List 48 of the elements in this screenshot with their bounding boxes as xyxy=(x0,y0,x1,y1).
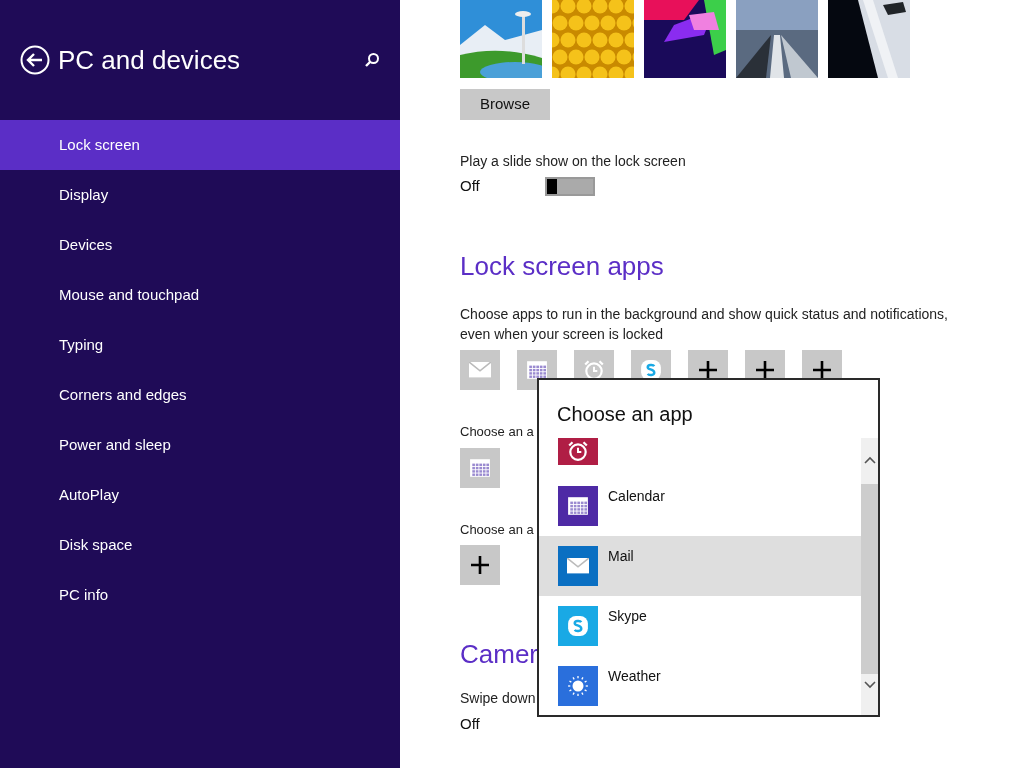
calendar-icon xyxy=(567,495,589,517)
toggle-state: Off xyxy=(460,175,481,196)
app-name: Mail xyxy=(608,547,634,566)
plus-icon xyxy=(755,360,775,380)
browse-button[interactable]: Browse xyxy=(460,89,550,120)
popup-title: Choose an app xyxy=(557,402,694,427)
setting-label: Choose an a xyxy=(460,520,534,539)
app-name: Weather xyxy=(608,667,661,686)
envelope-icon xyxy=(567,558,589,574)
sidebar-item[interactable]: PC info xyxy=(0,570,400,620)
toggle-switch[interactable] xyxy=(545,176,595,196)
setting-label: Play a slide show on the lock screen xyxy=(460,152,686,171)
sidebar-item[interactable]: Typing xyxy=(0,320,400,370)
sidebar-item[interactable]: Display xyxy=(0,170,400,220)
scrollbar[interactable] xyxy=(861,438,878,715)
setting-label: Swipe down xyxy=(460,689,536,708)
app-list-item[interactable]: Skype xyxy=(539,596,861,656)
add-app-button[interactable] xyxy=(460,545,500,585)
setting-label: Choose an a xyxy=(460,423,534,441)
sidebar-item[interactable]: Lock screen xyxy=(0,120,400,170)
chevron-down-icon[interactable] xyxy=(863,681,876,689)
section-heading: Lock screen apps xyxy=(460,250,664,283)
plus-icon xyxy=(812,360,832,380)
skype-icon xyxy=(567,615,589,637)
app-list-item[interactable]: Calendar xyxy=(539,476,861,536)
section-description: Choose apps to run in the background and show quick status and notifications, even when your screen is locked xyxy=(460,305,949,344)
toggle-state: Off xyxy=(460,714,480,734)
sun-icon xyxy=(567,675,589,697)
sidebar-item[interactable]: Power and sleep xyxy=(0,420,400,470)
app-name: Calendar xyxy=(608,487,665,506)
app-name: Skype xyxy=(608,607,647,626)
sidebar-item[interactable]: AutoPlay xyxy=(0,470,400,520)
plus-icon xyxy=(470,555,490,575)
chevron-up-icon[interactable] xyxy=(863,456,876,464)
app-list-item[interactable]: Weather xyxy=(539,656,861,715)
plus-icon xyxy=(698,360,718,380)
sidebar-item[interactable]: Devices xyxy=(0,220,400,270)
back-icon[interactable] xyxy=(20,45,50,75)
alarm-clock-icon xyxy=(567,440,589,462)
search-icon[interactable] xyxy=(364,52,380,68)
sidebar-item[interactable]: Mouse and touchpad xyxy=(0,270,400,320)
envelope-icon xyxy=(469,362,491,378)
sidebar-item[interactable]: Corners and edges xyxy=(0,370,400,420)
sidebar-item[interactable]: Disk space xyxy=(0,520,400,570)
section-heading: Camer xyxy=(460,638,538,671)
app-list-item[interactable]: Mail xyxy=(539,536,861,596)
page-title: PC and devices xyxy=(58,43,241,77)
calendar-icon xyxy=(469,456,491,479)
